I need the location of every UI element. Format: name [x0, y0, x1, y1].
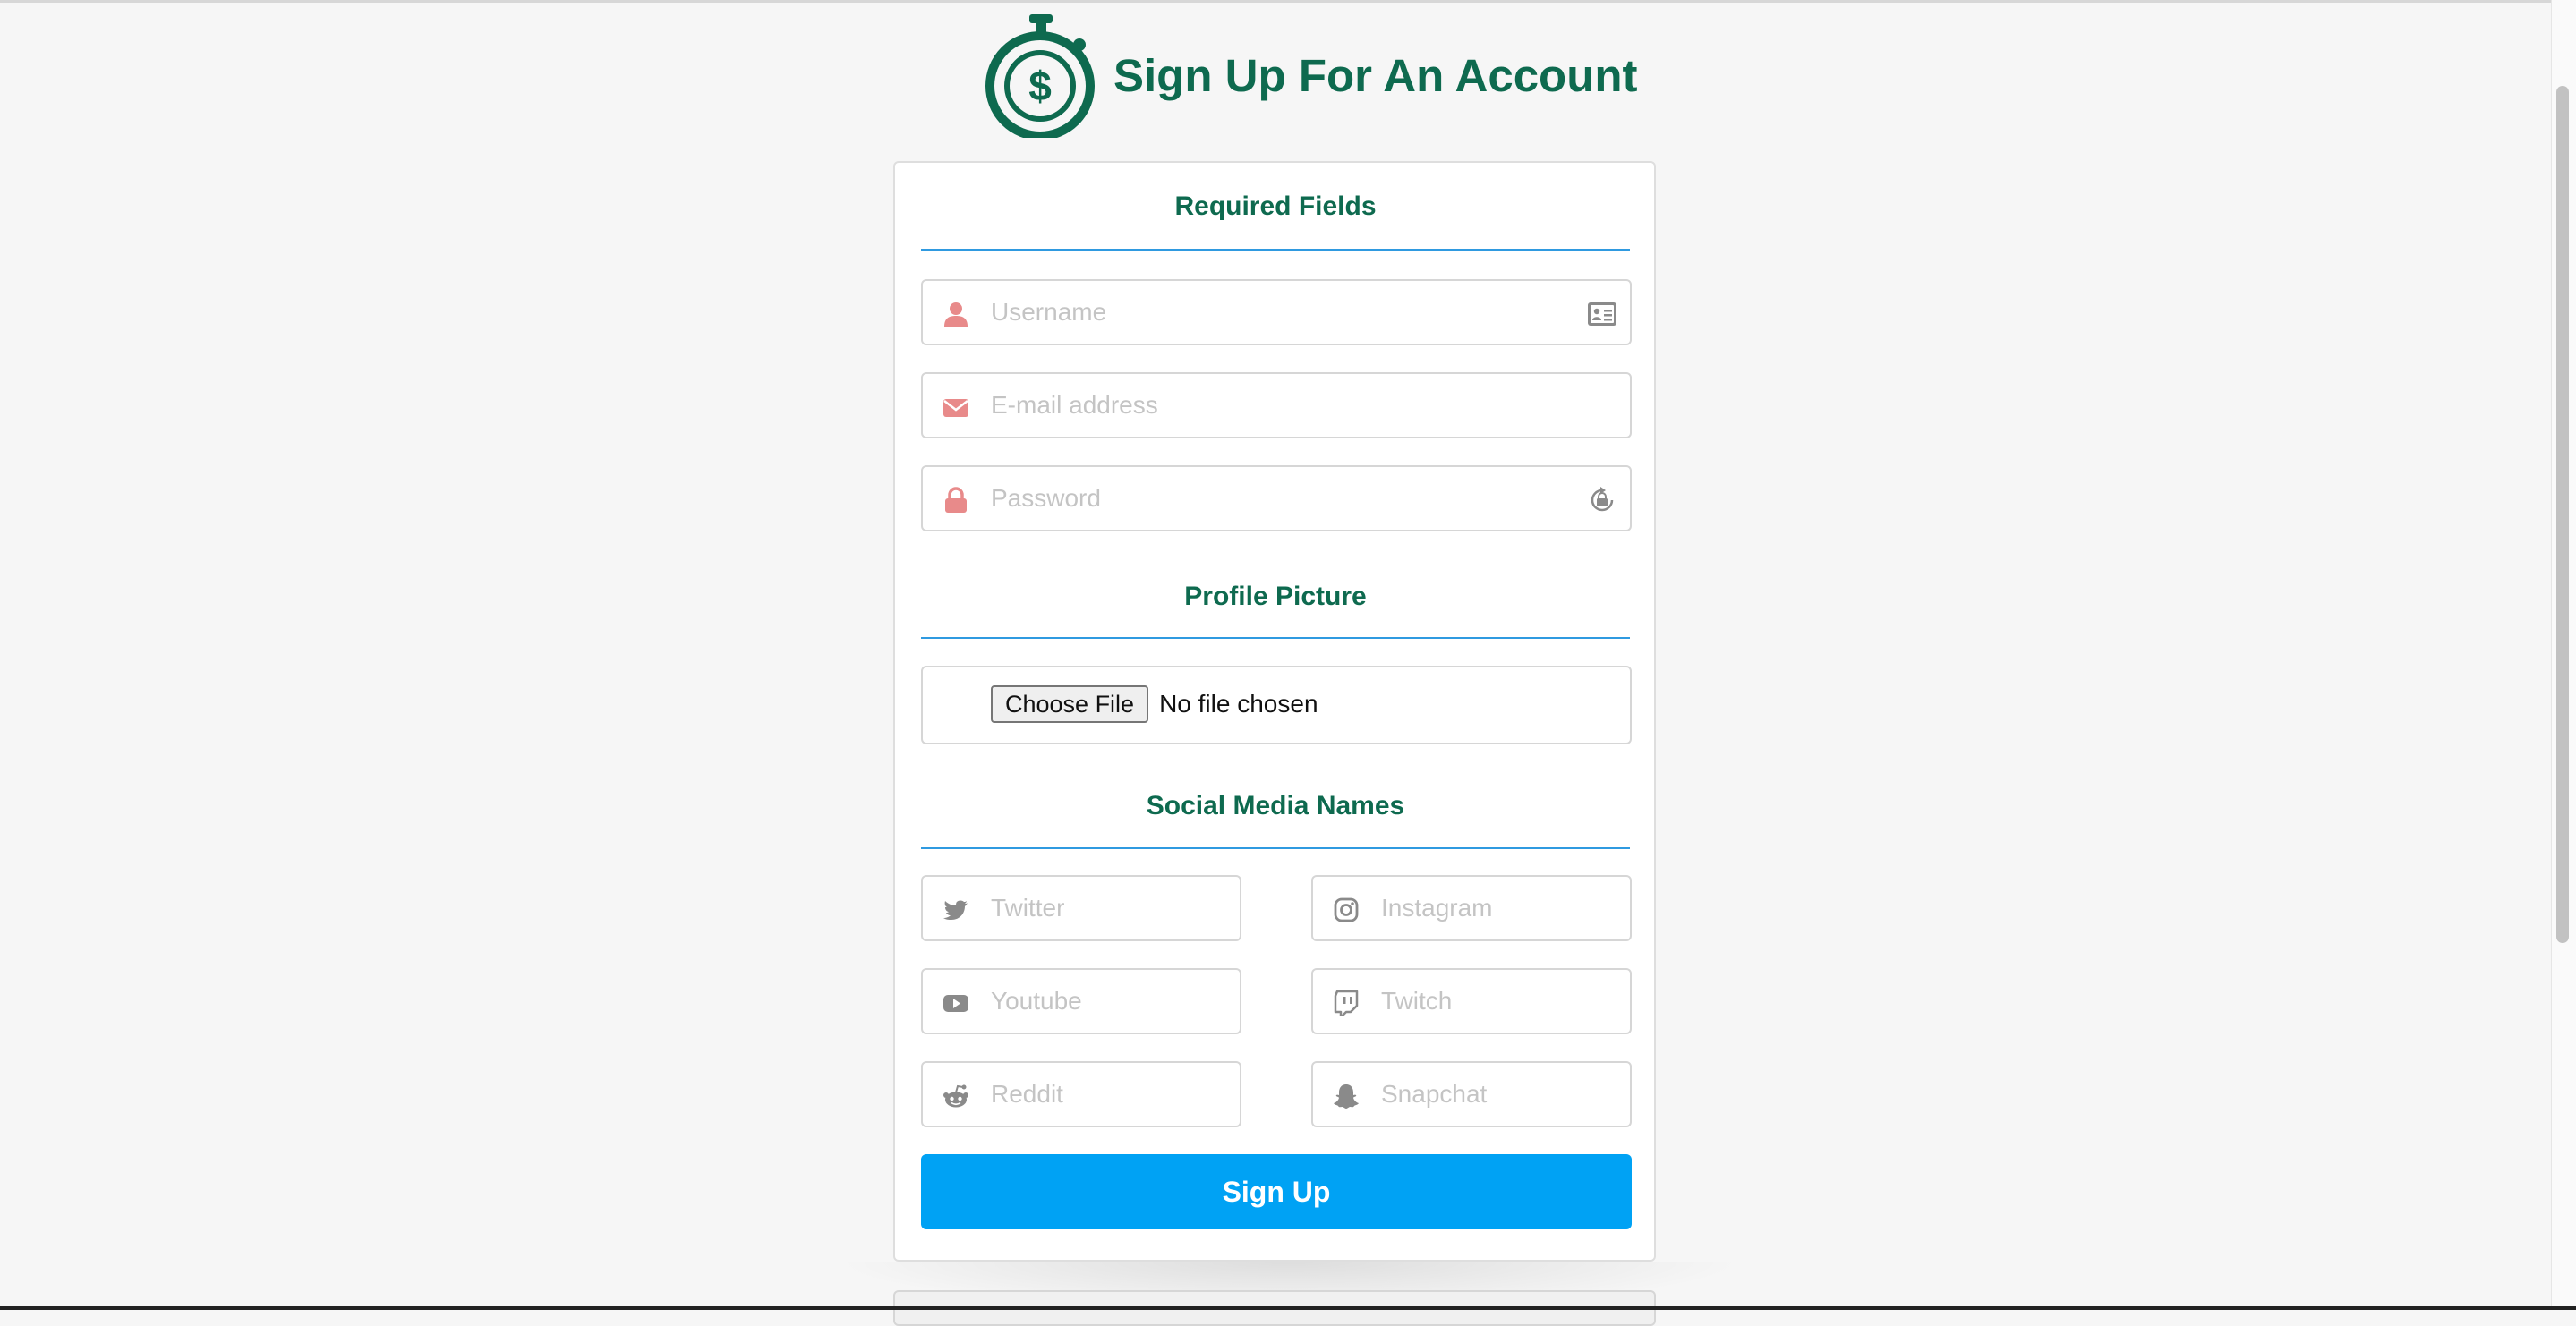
section-title-profile-picture: Profile Picture	[1184, 582, 1367, 611]
username-field	[921, 279, 1632, 345]
instagram-input[interactable]	[1381, 877, 1623, 939]
youtube-input[interactable]	[991, 970, 1233, 1033]
choose-file-button[interactable]: Choose File	[991, 685, 1149, 723]
reddit-input[interactable]	[991, 1063, 1233, 1126]
snapchat-icon	[1334, 1084, 1359, 1109]
section-divider	[921, 249, 1630, 251]
sign-up-button[interactable]: Sign Up	[921, 1154, 1632, 1229]
reddit-field	[921, 1061, 1241, 1127]
youtube-field	[921, 968, 1241, 1034]
instagram-icon	[1334, 897, 1359, 922]
file-status: No file chosen	[1159, 690, 1318, 718]
twitter-field	[921, 875, 1241, 941]
svg-text:$: $	[1028, 63, 1052, 109]
snapchat-input[interactable]	[1381, 1063, 1623, 1126]
bottom-border	[0, 1306, 2576, 1310]
section-title-required: Required Fields	[1174, 191, 1377, 221]
twitch-input[interactable]	[1381, 970, 1623, 1033]
instagram-field	[1311, 875, 1632, 941]
profile-picture-upload: Choose File No file chosen	[921, 666, 1632, 744]
password-lock-icon[interactable]	[1587, 486, 1617, 514]
page-title: Sign Up For An Account	[1113, 49, 1638, 101]
twitch-field	[1311, 968, 1632, 1034]
twitter-icon	[943, 900, 968, 920]
signup-form: Required Fields Username E-mail address …	[893, 161, 1656, 1262]
twitch-icon	[1334, 990, 1359, 1016]
lock-icon	[945, 487, 967, 513]
section-divider	[921, 637, 1630, 639]
email-input[interactable]	[991, 374, 1608, 437]
id-card-icon[interactable]	[1587, 300, 1617, 328]
reddit-icon	[943, 1084, 968, 1108]
stopwatch-dollar-icon: $	[985, 14, 1095, 138]
file-input: Choose File No file chosen	[991, 685, 1318, 723]
username-input[interactable]	[991, 281, 1564, 344]
scrollbar-thumb[interactable]	[2556, 86, 2569, 943]
envelope-icon	[943, 399, 968, 417]
section-title-social-media: Social Media Names	[1146, 791, 1405, 820]
user-icon	[944, 302, 968, 327]
top-border	[0, 0, 2576, 3]
youtube-icon	[943, 995, 968, 1012]
password-field	[921, 465, 1632, 531]
snapchat-field	[1311, 1061, 1632, 1127]
password-input[interactable]	[991, 467, 1564, 530]
section-divider	[921, 847, 1630, 849]
email-field	[921, 372, 1632, 438]
twitter-input[interactable]	[991, 877, 1233, 939]
page-header: $ Sign Up For An Account	[985, 13, 1638, 138]
